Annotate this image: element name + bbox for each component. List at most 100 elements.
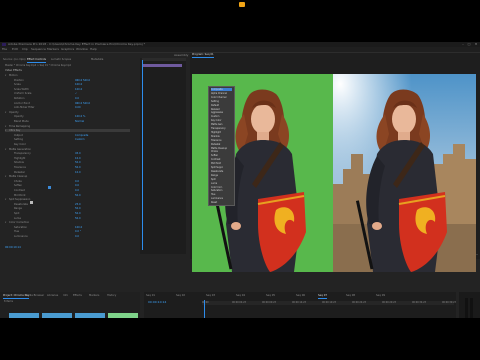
output-menu-item[interactable]: Desaturate bbox=[211, 170, 223, 173]
effect-row[interactable]: Rotation 0.0 bbox=[5, 97, 130, 100]
workspace-assembly[interactable]: Assembly bbox=[174, 53, 188, 57]
project-thumbnail[interactable] bbox=[42, 313, 72, 318]
mask-pen-icon[interactable] bbox=[48, 186, 51, 189]
effect-row-value[interactable]: 10.0 bbox=[75, 157, 81, 160]
tab-info[interactable]: Info bbox=[63, 294, 68, 298]
effect-row[interactable]: Choke 0.0 bbox=[5, 180, 130, 183]
tab-libraries[interactable]: Libraries bbox=[47, 294, 58, 298]
effect-row-value[interactable]: 0.0 ° bbox=[75, 230, 81, 233]
effect-row[interactable]: Setting Custom bbox=[5, 138, 130, 141]
effect-row[interactable]: Uniform Scale ✓ bbox=[5, 92, 130, 95]
effect-row[interactable]: Transparency 45.0 bbox=[5, 152, 130, 155]
tab-metadata[interactable]: Metadata bbox=[91, 58, 103, 62]
effect-row[interactable]: ▾ Time Remapping bbox=[5, 125, 130, 128]
effect-row[interactable]: Highlight 10.0 bbox=[5, 157, 130, 160]
tab-seq[interactable]: Seq 09 bbox=[376, 294, 385, 298]
effect-row[interactable]: Saturation 100.0 bbox=[5, 226, 130, 229]
output-menu-item[interactable]: Matte Cleanup bbox=[211, 147, 227, 150]
tab-seq[interactable]: Seq 06 bbox=[296, 294, 305, 298]
effect-row-value[interactable]: Normal bbox=[75, 120, 84, 123]
tab-markers[interactable]: Markers bbox=[89, 294, 99, 298]
effect-row[interactable]: Scale Width 100.0 bbox=[5, 88, 130, 91]
tab-seq[interactable]: Seq 08 bbox=[346, 294, 355, 298]
menu-file[interactable]: File bbox=[2, 47, 7, 52]
effect-row[interactable]: Luminance 0.0 bbox=[5, 235, 130, 238]
effect-row[interactable]: Opacity 100.0 % bbox=[5, 115, 130, 118]
effect-row[interactable]: ▾ Opacity bbox=[5, 111, 130, 114]
output-menu-item[interactable]: Choke bbox=[211, 150, 218, 153]
effect-row-value[interactable]: 960.0 540.0 bbox=[75, 79, 90, 82]
output-menu-item[interactable]: Color Corr. bbox=[211, 186, 223, 189]
effect-row-value[interactable]: 100.0 bbox=[75, 83, 82, 86]
effect-row-value[interactable]: 10.0 bbox=[75, 171, 81, 174]
tab-seq[interactable]: Seq 02 bbox=[176, 294, 185, 298]
effect-row[interactable]: Spill 50.0 bbox=[5, 212, 130, 215]
tab-seq[interactable]: Seq 05 bbox=[266, 294, 275, 298]
effect-row-value[interactable]: 100.0 % bbox=[75, 115, 85, 118]
output-menu-item[interactable]: Range bbox=[211, 174, 218, 177]
effect-row[interactable]: ▾ Ultra Key bbox=[5, 129, 130, 133]
disclosure-triangle-icon[interactable]: ▾ bbox=[5, 111, 6, 114]
timeline-playhead[interactable] bbox=[204, 300, 205, 318]
ultra-key-output-menu[interactable]: Composite Alpha Channel Color Channel Setti… bbox=[208, 86, 235, 206]
output-menu-item[interactable]: Luminance bbox=[211, 197, 223, 200]
project-thumbnail[interactable] bbox=[108, 313, 138, 318]
effect-row[interactable]: Shadow 50.0 bbox=[5, 161, 130, 164]
effect-row-value[interactable]: 0.0 bbox=[75, 235, 79, 238]
menu-help[interactable]: Help bbox=[90, 47, 97, 52]
output-menu-item[interactable]: Relaxed bbox=[211, 108, 220, 111]
output-menu-item[interactable]: Pedestal bbox=[211, 143, 220, 146]
output-menu-item[interactable]: Default bbox=[211, 104, 219, 107]
tab-history[interactable]: History bbox=[107, 294, 116, 298]
effect-row-value[interactable]: 50.0 bbox=[75, 161, 81, 164]
effect-row[interactable]: Anchor Point 960.0 540.0 bbox=[5, 102, 130, 105]
menu-sequence[interactable]: Sequence bbox=[31, 47, 46, 52]
tab-media-browser[interactable]: Media Browser bbox=[25, 294, 44, 298]
disclosure-triangle-icon[interactable]: ▾ bbox=[5, 221, 6, 224]
effect-row-value[interactable]: 50.0 bbox=[75, 194, 81, 197]
effect-row[interactable]: ▾ Matte Generation bbox=[5, 148, 130, 151]
effect-row[interactable]: Contrast 0.0 bbox=[5, 189, 130, 192]
effect-row[interactable]: Desaturate 25.0 bbox=[5, 203, 130, 206]
effect-row-value[interactable]: 100.0 bbox=[75, 88, 82, 91]
effect-row[interactable]: Key Color bbox=[5, 143, 130, 146]
project-thumbnail[interactable] bbox=[75, 313, 105, 318]
disclosure-triangle-icon[interactable]: ▾ bbox=[5, 198, 6, 201]
menu-clip[interactable]: Clip bbox=[22, 47, 28, 52]
effect-row[interactable]: Pedestal 10.0 bbox=[5, 171, 130, 174]
menu-edit[interactable]: Edit bbox=[12, 47, 18, 52]
tab-seq[interactable]: Seq 04 bbox=[236, 294, 245, 298]
effect-row-value[interactable]: 45.0 bbox=[75, 152, 81, 155]
mini-playhead[interactable] bbox=[142, 60, 143, 250]
output-menu-item[interactable]: Tolerance bbox=[211, 139, 221, 142]
output-menu-item[interactable]: Composite bbox=[211, 88, 232, 91]
effect-row-value[interactable]: 0.0 bbox=[75, 97, 79, 100]
effect-row[interactable]: Position 960.0 540.0 bbox=[5, 79, 130, 82]
tab-effect-controls[interactable]: Effect Controls bbox=[27, 58, 47, 63]
output-menu-item[interactable]: Aggressive bbox=[211, 111, 223, 114]
output-menu-item[interactable]: Setting bbox=[211, 100, 219, 103]
effect-row-value[interactable]: 100.0 bbox=[75, 226, 82, 229]
output-menu-item[interactable]: Transparency bbox=[211, 127, 226, 130]
timeline-ruler[interactable]: 00:00 00:00:04:23 00:00:09:23 00:00:14:23 00… bbox=[202, 301, 456, 305]
effect-row[interactable]: Scale 100.0 bbox=[5, 83, 130, 86]
effect-row-value[interactable]: 0.0 bbox=[75, 184, 79, 187]
output-menu-item[interactable]: Soften bbox=[211, 154, 218, 157]
effect-row-value[interactable]: 960.0 540.0 bbox=[75, 102, 90, 105]
output-menu-item[interactable]: Matte Gen bbox=[211, 123, 222, 126]
output-menu-item[interactable]: Alpha Channel bbox=[211, 92, 227, 95]
disclosure-triangle-icon[interactable]: ▾ bbox=[5, 125, 6, 128]
effect-row-value[interactable]: Composite bbox=[75, 134, 88, 137]
output-menu-item[interactable]: Key Color bbox=[211, 119, 221, 122]
effect-row[interactable]: ▾ Motion bbox=[5, 74, 130, 77]
output-menu-item[interactable]: Color Channel bbox=[211, 96, 226, 99]
effect-row-value[interactable]: 50.0 bbox=[75, 207, 81, 210]
effect-row[interactable]: Luma 50.0 bbox=[5, 217, 130, 220]
effect-row[interactable]: Blend Mode Normal bbox=[5, 120, 130, 123]
tab-lumetri-scopes[interactable]: Lumetri Scopes bbox=[51, 58, 71, 62]
tab-seq-active[interactable]: Seq 07 bbox=[318, 294, 328, 299]
output-menu-item[interactable]: Luma bbox=[211, 182, 217, 185]
effect-row[interactable]: Soften 0.0 bbox=[5, 184, 130, 187]
effect-row-value[interactable]: Custom bbox=[75, 138, 85, 141]
output-menu-item[interactable]: Reset bbox=[211, 201, 217, 204]
